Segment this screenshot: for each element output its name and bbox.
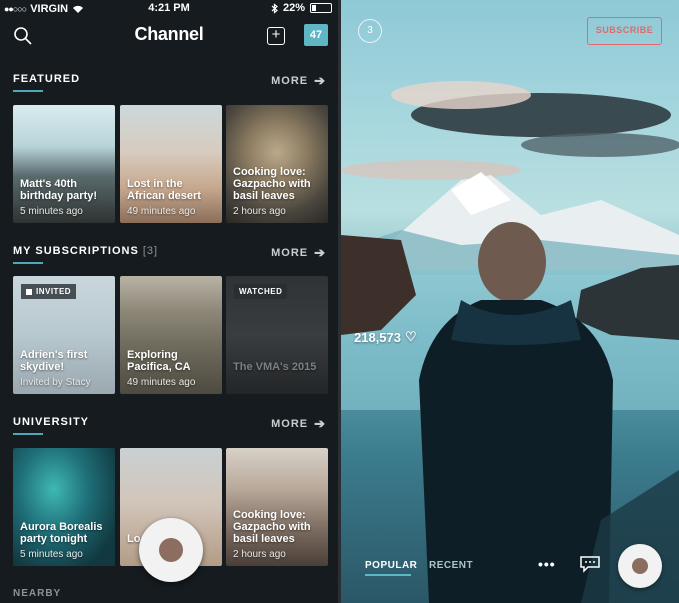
heart-icon: ♡ — [405, 329, 417, 344]
add-channel-button[interactable]: + — [267, 27, 285, 45]
card-gazpacho-2[interactable]: Cooking love: Gazpacho with basil leaves… — [226, 448, 328, 566]
more-options-icon[interactable]: ••• — [538, 556, 556, 572]
arrow-right-icon: ➔ — [314, 245, 326, 260]
likes-count: 218,573 — [354, 329, 401, 345]
card-meta: 49 minutes ago — [127, 206, 196, 217]
record-icon — [632, 558, 648, 574]
plus-icon: + — [271, 26, 281, 43]
section-title: FEATURED — [13, 73, 81, 85]
card-title: Adrien's first skydive! — [20, 349, 88, 373]
bluetooth-icon — [271, 2, 278, 14]
tab-recent[interactable]: RECENT — [429, 560, 473, 571]
arrow-right-icon: ➔ — [314, 416, 326, 431]
card-gazpacho[interactable]: Cooking love: Gazpacho with basil leaves… — [226, 105, 328, 223]
card-meta: 2 hours ago — [233, 206, 286, 217]
card-african-desert[interactable]: Lost in the African desert 49 minutes ag… — [120, 105, 222, 223]
navigation-bar: Channel + 47 — [0, 18, 338, 58]
card-title: Exploring Pacifica, CA — [127, 349, 191, 373]
section-university-header: UNIVERSITY MORE ➔ — [0, 411, 338, 435]
subscribe-button[interactable]: SUBSCRIBE — [587, 17, 662, 45]
section-underline — [13, 262, 43, 264]
section-underline — [13, 433, 43, 435]
channel-photo — [341, 81, 679, 603]
channel-screen: ●●○○○ VIRGIN 4:21 PM 22% Channel + 47 FE… — [0, 0, 338, 603]
channel-detail-screen: 3 SUBSCRIBE 218,573 ♡ POPULAR RECENT ••• — [341, 0, 679, 603]
battery-percent: 22% — [282, 2, 305, 14]
card-vmas[interactable]: WATCHED The VMA's 2015 — [226, 276, 328, 394]
section-underline — [13, 90, 43, 92]
section-title: MY SUBSCRIPTIONS [3] — [13, 245, 159, 257]
card-matts-birthday[interactable]: Matt's 40th birthday party! 5 minutes ag… — [13, 105, 115, 223]
featured-more-link[interactable]: MORE ➔ — [271, 73, 326, 89]
card-meta: 5 minutes ago — [20, 206, 83, 217]
subscriptions-more-link[interactable]: MORE ➔ — [271, 245, 326, 261]
chat-icon[interactable] — [579, 555, 601, 573]
card-title: Aurora Borealis party tonight — [20, 521, 103, 545]
record-icon — [159, 538, 183, 562]
invited-badge: INVITED — [21, 284, 77, 299]
likes-counter[interactable]: 218,573 ♡ — [354, 329, 417, 345]
battery-icon — [310, 3, 332, 13]
record-button[interactable] — [618, 544, 662, 588]
tab-active-underline — [365, 574, 411, 576]
status-bar: ●●○○○ VIRGIN 4:21 PM 22% — [0, 0, 338, 18]
card-title: Matt's 40th birthday party! — [20, 178, 98, 202]
card-title: Lost in the African desert — [127, 178, 201, 202]
card-pacifica[interactable]: Exploring Pacifica, CA 49 minutes ago — [120, 276, 222, 394]
card-meta: 49 minutes ago — [127, 377, 196, 388]
page-title: Channel — [134, 24, 204, 44]
card-title: Cooking love: Gazpacho with basil leaves — [233, 166, 311, 202]
card-meta: Invited by Stacy — [20, 377, 91, 388]
university-more-link[interactable]: MORE ➔ — [271, 416, 326, 432]
watched-badge: WATCHED — [234, 284, 288, 299]
section-featured-header: FEATURED MORE ➔ — [0, 68, 338, 92]
section-subscriptions-header: MY SUBSCRIPTIONS [3] MORE ➔ — [0, 240, 338, 264]
card-skydive[interactable]: INVITED Adrien's first skydive! Invited … — [13, 276, 115, 394]
card-meta: 2 hours ago — [233, 549, 286, 560]
tab-popular[interactable]: POPULAR — [365, 560, 417, 571]
section-title: UNIVERSITY — [13, 416, 90, 428]
notifications-badge[interactable]: 47 — [304, 24, 328, 46]
section-nearby-title: NEARBY — [13, 588, 62, 599]
card-aurora[interactable]: Aurora Borealis party tonight 5 minutes … — [13, 448, 115, 566]
arrow-right-icon: ➔ — [314, 73, 326, 88]
card-meta: 5 minutes ago — [20, 549, 83, 560]
video-count-indicator: 3 — [358, 19, 382, 43]
card-title: Cooking love: Gazpacho with basil leaves — [233, 509, 311, 545]
card-title: The VMA's 2015 — [233, 361, 317, 373]
record-button[interactable] — [139, 518, 203, 582]
